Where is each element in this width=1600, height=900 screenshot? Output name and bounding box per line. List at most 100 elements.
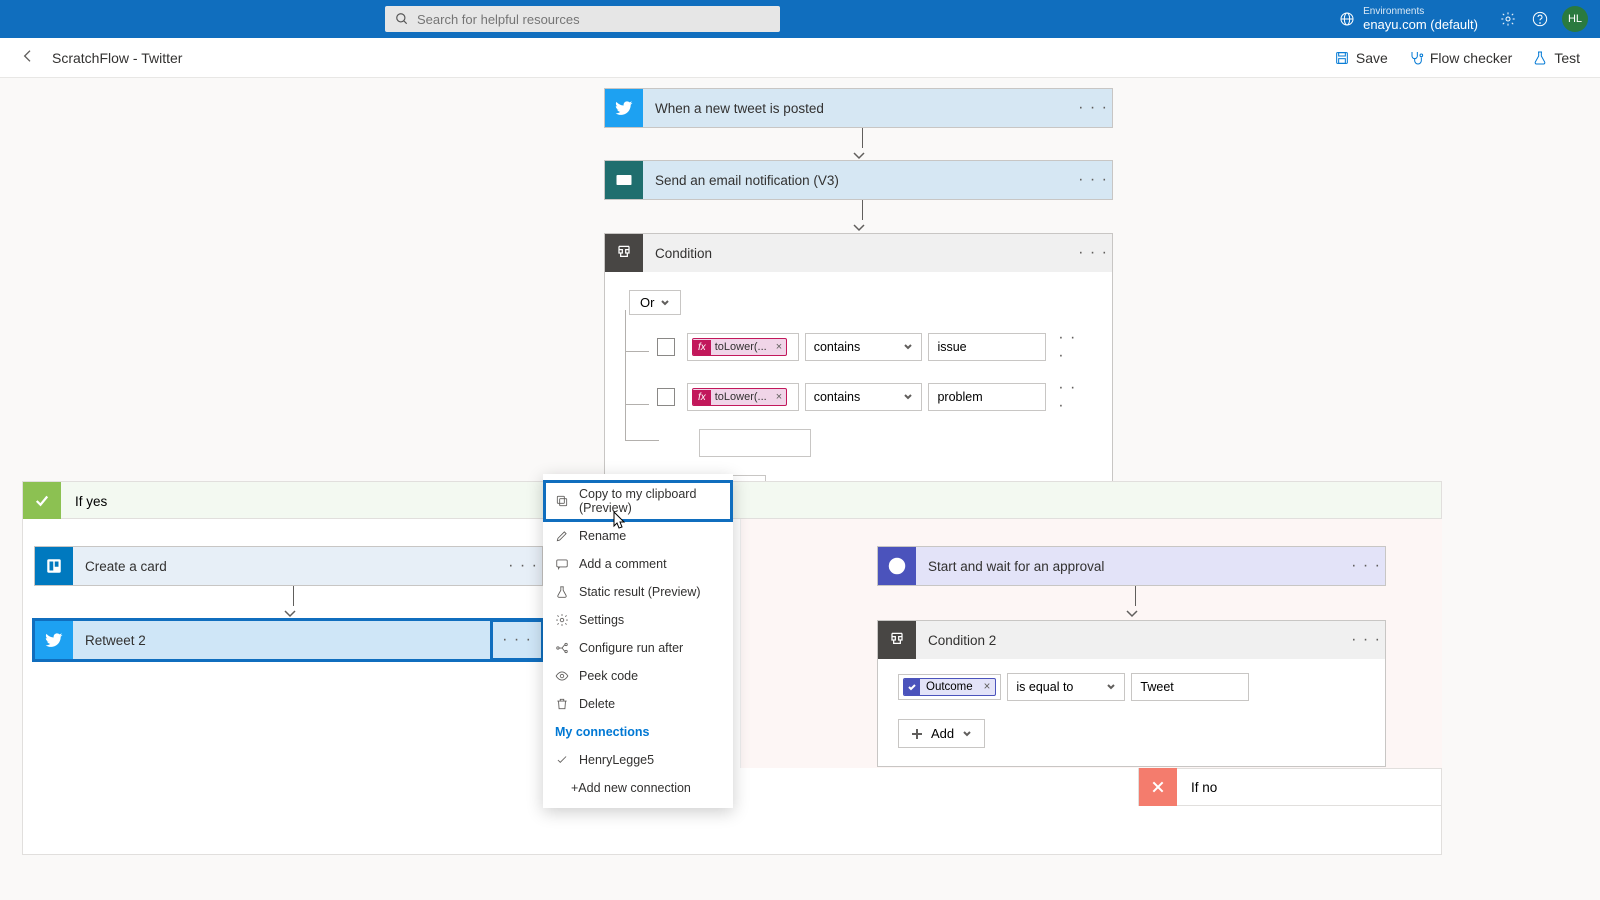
retweet-title: Retweet 2: [73, 633, 492, 648]
eye-icon: [555, 669, 569, 683]
trello-icon: [35, 547, 73, 585]
trash-icon: [555, 697, 569, 711]
condition-icon: [605, 234, 643, 272]
pencil-icon: [555, 529, 569, 543]
if-no-label: If no: [1177, 780, 1231, 795]
operator-select[interactable]: contains: [805, 333, 923, 361]
menu-static-result[interactable]: Static result (Preview): [543, 578, 733, 606]
logic-label: Or: [640, 295, 654, 310]
environment-picker[interactable]: Environments enayu.com (default): [1363, 6, 1478, 32]
email-menu[interactable]: · · ·: [1074, 171, 1112, 189]
add-label: Add: [931, 726, 954, 741]
settings-icon[interactable]: [1492, 3, 1524, 35]
outcome-token[interactable]: Outcome ×: [903, 678, 996, 696]
row-menu[interactable]: · · ·: [1058, 329, 1088, 365]
flask-icon: [555, 585, 569, 599]
condition-title: Condition: [643, 246, 1074, 261]
create-card-action[interactable]: Create a card · · ·: [34, 546, 543, 586]
user-avatar[interactable]: HL: [1562, 6, 1588, 32]
test-label: Test: [1554, 50, 1580, 66]
operator-select[interactable]: contains: [805, 383, 923, 411]
flow-checker-label: Flow checker: [1430, 50, 1512, 66]
condition2-card[interactable]: Condition 2 · · · Outcome × is equal to …: [877, 620, 1386, 767]
approval-icon: [878, 547, 916, 585]
environment-value: enayu.com (default): [1363, 17, 1478, 32]
logic-operator[interactable]: Or: [629, 290, 681, 315]
expression-input[interactable]: fxtoLower(...×: [687, 383, 799, 411]
condition-row: fxtoLower(...× contains issue · · ·: [657, 329, 1088, 365]
check-icon: [555, 753, 569, 767]
menu-connections-header: My connections: [543, 718, 733, 746]
trigger-card[interactable]: When a new tweet is posted · · ·: [604, 88, 1113, 128]
connector-arrow: [289, 586, 297, 624]
value-input[interactable]: issue: [928, 333, 1046, 361]
menu-rename[interactable]: Rename: [543, 522, 733, 550]
fx-token[interactable]: fxtoLower(...×: [692, 338, 787, 356]
retweet-action[interactable]: Retweet 2 · · ·: [34, 620, 543, 660]
condition2-menu[interactable]: · · ·: [1347, 631, 1385, 649]
approval-action[interactable]: Start and wait for an approval · · ·: [877, 546, 1386, 586]
back-button[interactable]: [20, 48, 36, 67]
create-card-menu[interactable]: · · ·: [504, 557, 542, 575]
environment-label: Environments: [1363, 6, 1478, 17]
search-input[interactable]: [417, 12, 770, 27]
menu-peek-code[interactable]: Peek code: [543, 662, 733, 690]
comment-icon: [555, 557, 569, 571]
approval-title: Start and wait for an approval: [916, 559, 1347, 574]
approval-menu[interactable]: · · ·: [1347, 557, 1385, 575]
expression-input[interactable]: Outcome ×: [898, 674, 1001, 700]
menu-delete[interactable]: Delete: [543, 690, 733, 718]
menu-copy-clipboard[interactable]: Copy to my clipboard (Preview): [543, 480, 733, 522]
copy-icon: [555, 494, 569, 508]
help-icon[interactable]: [1524, 3, 1556, 35]
trigger-menu[interactable]: · · ·: [1074, 99, 1112, 117]
email-card[interactable]: Send an email notification (V3) · · ·: [604, 160, 1113, 200]
flow-title: ScratchFlow - Twitter: [52, 50, 182, 66]
test-button[interactable]: Test: [1532, 50, 1580, 66]
operator-select[interactable]: is equal to: [1007, 673, 1125, 701]
context-menu: Copy to my clipboard (Preview) Rename Ad…: [543, 474, 733, 808]
menu-add-connection[interactable]: +Add new connection: [543, 774, 733, 802]
row-checkbox[interactable]: [657, 388, 675, 406]
trigger-title: When a new tweet is posted: [643, 101, 1074, 116]
expression-input[interactable]: fxtoLower(...×: [687, 333, 799, 361]
menu-configure-run-after[interactable]: Configure run after: [543, 634, 733, 662]
twitter-icon: [605, 89, 643, 127]
add-row-button[interactable]: Add: [898, 719, 985, 748]
stethoscope-icon: [1408, 50, 1424, 66]
email-title: Send an email notification (V3): [643, 173, 1074, 188]
top-bar: Environments enayu.com (default) HL: [0, 0, 1600, 38]
menu-settings[interactable]: Settings: [543, 606, 733, 634]
token-remove[interactable]: ×: [772, 391, 786, 403]
search-box[interactable]: [385, 6, 780, 32]
mail-icon: [605, 161, 643, 199]
value-input[interactable]: Tweet: [1131, 673, 1249, 701]
create-card-title: Create a card: [73, 559, 504, 574]
x-icon: [1139, 768, 1177, 806]
menu-comment[interactable]: Add a comment: [543, 550, 733, 578]
check-icon: [23, 482, 61, 520]
value-input[interactable]: problem: [928, 383, 1046, 411]
token-remove[interactable]: ×: [979, 681, 996, 693]
fx-token[interactable]: fxtoLower(...×: [692, 388, 787, 406]
token-remove[interactable]: ×: [772, 341, 786, 353]
if-yes-label: If yes: [61, 494, 121, 509]
chevron-down-icon: [903, 342, 913, 352]
condition-menu[interactable]: · · ·: [1074, 244, 1112, 262]
gear-icon: [555, 613, 569, 627]
flow-checker-button[interactable]: Flow checker: [1408, 50, 1512, 66]
menu-connection-item[interactable]: HenryLegge5: [543, 746, 733, 774]
flask-icon: [1532, 50, 1548, 66]
row-checkbox[interactable]: [657, 338, 675, 356]
plus-icon: [911, 728, 923, 740]
retweet-menu[interactable]: · · ·: [492, 621, 542, 659]
empty-expression-input[interactable]: [699, 429, 811, 457]
connector-arrow: [1131, 586, 1139, 624]
row-menu[interactable]: · · ·: [1058, 379, 1088, 415]
chevron-down-icon: [903, 392, 913, 402]
environment-icon[interactable]: [1331, 3, 1363, 35]
save-button[interactable]: Save: [1334, 50, 1388, 66]
if-no-header[interactable]: If no: [1138, 768, 1442, 806]
mouse-cursor-icon: [612, 510, 628, 530]
condition2-title: Condition 2: [916, 633, 1347, 648]
